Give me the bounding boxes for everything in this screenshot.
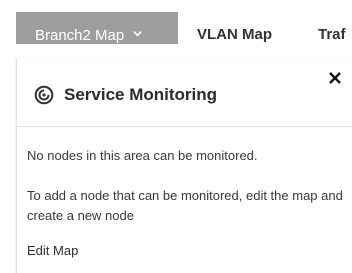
- edit-map-link[interactable]: Edit Map: [27, 243, 78, 258]
- tab-vlan-map[interactable]: VLAN Map: [197, 12, 272, 44]
- map-tab-bar: Branch2 Map VLAN Map Traf: [0, 0, 352, 44]
- tab-traffic-label: Traf: [318, 25, 346, 43]
- tab-branch2-map-label: Branch2 Map: [35, 26, 125, 44]
- add-node-hint: To add a node that can be monitored, edi…: [27, 188, 343, 223]
- panel-title: Service Monitoring: [64, 85, 218, 104]
- service-monitoring-panel: Service Monitoring No nodes in this area…: [16, 58, 352, 273]
- chevron-down-icon: [133, 30, 142, 36]
- gauge-icon: [34, 85, 54, 105]
- no-nodes-message: No nodes in this area can be monitored.: [27, 148, 258, 163]
- tab-branch2-map[interactable]: Branch2 Map: [16, 12, 178, 44]
- tab-traffic[interactable]: Traf: [318, 12, 346, 44]
- close-icon[interactable]: [328, 71, 342, 85]
- panel-header: Service Monitoring: [17, 58, 352, 127]
- tab-vlan-map-label: VLAN Map: [197, 25, 272, 43]
